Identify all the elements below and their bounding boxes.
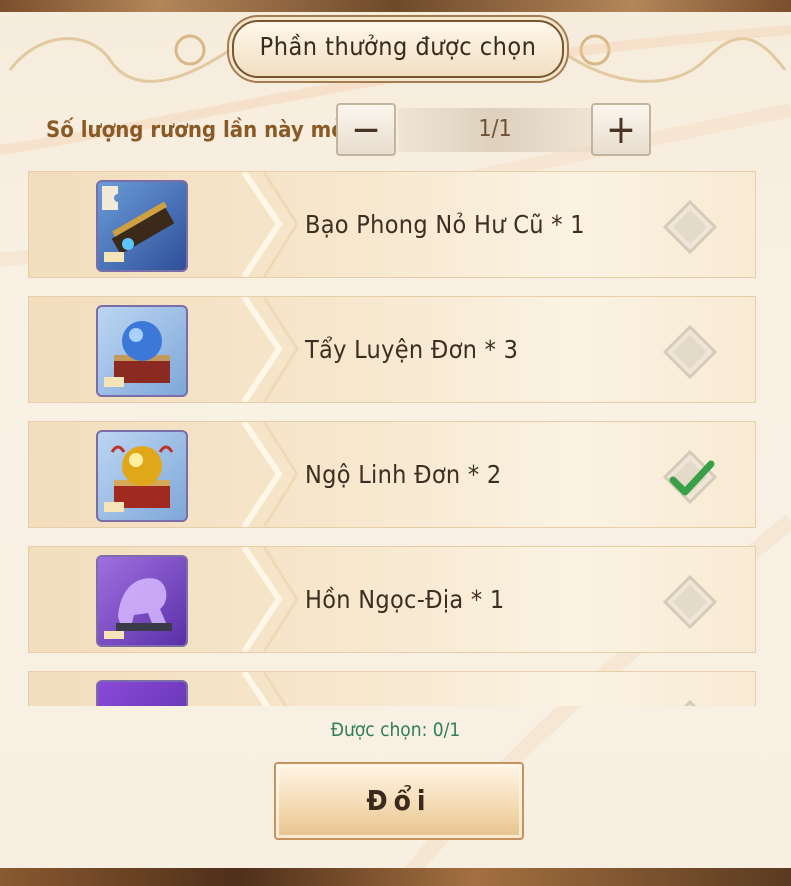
- reward-name: Tẩy Luyện Đơn * 3: [305, 335, 519, 364]
- ballista-puzzle-icon: [96, 180, 188, 272]
- selection-diamond[interactable]: [663, 575, 717, 629]
- golden-orb-chest-icon: [96, 430, 188, 522]
- reward-list[interactable]: Bạo Phong Nỏ Hư Cũ * 1 Tẩy Luyện Đơn * 3…: [28, 171, 758, 706]
- chevron-decoration: [241, 297, 299, 402]
- quantity-value: 1/1: [478, 116, 512, 142]
- blue-orb-chest-icon: [96, 305, 188, 397]
- plus-icon: +: [605, 107, 637, 153]
- reward-row[interactable]: Ngộ Linh Đơn * 2: [28, 421, 756, 528]
- purple-item-icon: [96, 680, 188, 706]
- cloud-ornament-right: [559, 34, 787, 83]
- purple-qilin-statue-icon: [96, 555, 188, 647]
- exchange-button[interactable]: Đổi: [274, 762, 524, 840]
- quantity-display: 1/1: [398, 108, 592, 152]
- selected-count-status: Được chọn: 0/1: [330, 719, 461, 741]
- reward-row[interactable]: Bạo Phong Nỏ Hư Cũ * 1: [28, 171, 756, 278]
- reward-row[interactable]: Hồn Ngọc-Địa * 1: [28, 546, 756, 653]
- dialog-title: Phần thưởng được chọn: [259, 32, 537, 61]
- chevron-decoration: [241, 172, 299, 277]
- reward-name: Bạo Phong Nỏ Hư Cũ * 1: [305, 210, 585, 239]
- selection-diamond[interactable]: [663, 200, 717, 254]
- reward-row[interactable]: Tẩy Luyện Đơn * 3: [28, 296, 756, 403]
- reward-name: Hồn Ngọc-Địa * 1: [305, 585, 505, 614]
- exchange-button-label: Đổi: [366, 784, 432, 817]
- chevron-decoration: [241, 422, 299, 527]
- chevron-decoration: [241, 672, 288, 706]
- reward-row[interactable]: [28, 671, 756, 706]
- decrease-quantity-button[interactable]: −: [336, 103, 396, 156]
- chevron-decoration: [241, 547, 299, 652]
- quantity-label: Số lượng rương lần này mở: [46, 118, 345, 143]
- minus-icon: −: [350, 107, 382, 153]
- selection-diamond[interactable]: [663, 325, 717, 379]
- selection-diamond[interactable]: [663, 700, 717, 706]
- selection-diamond-checked[interactable]: [663, 450, 717, 504]
- reward-dialog: Phần thưởng được chọn Số lượng rương lần…: [0, 0, 791, 886]
- reward-name: Ngộ Linh Đơn * 2: [305, 460, 502, 489]
- title-plate: Phần thưởng được chọn: [232, 20, 564, 78]
- cloud-ornament-left: [8, 34, 231, 83]
- increase-quantity-button[interactable]: +: [591, 103, 651, 156]
